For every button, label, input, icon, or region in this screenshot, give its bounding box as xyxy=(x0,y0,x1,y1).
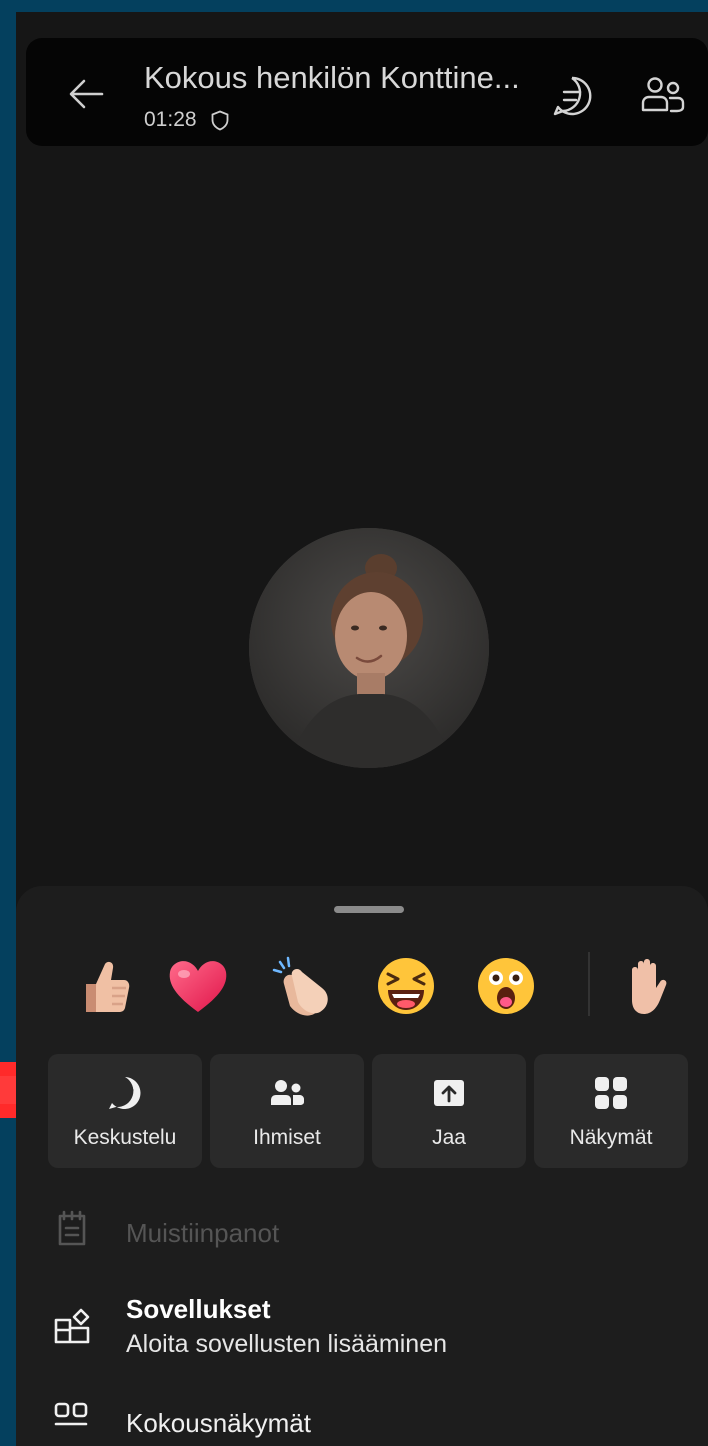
views-button[interactable]: Näkymät xyxy=(534,1054,688,1168)
meeting-controls-sheet: Keskustelu Ihmiset Jaa Näkymät Muistiinp… xyxy=(16,886,708,1446)
notes-icon xyxy=(58,1210,86,1246)
applause-icon[interactable] xyxy=(270,954,334,1018)
raise-hand-icon[interactable] xyxy=(616,954,680,1018)
reactions-divider xyxy=(588,952,590,1016)
menu-item-meeting-views[interactable]: Kokousnäkymät xyxy=(16,1396,708,1446)
apps-description: Aloita sovellusten lisääminen xyxy=(126,1330,448,1358)
notes-label: Muistiinpanot xyxy=(126,1218,280,1248)
arrow-left-icon[interactable] xyxy=(64,72,108,116)
laughing-face-icon[interactable] xyxy=(374,954,438,1018)
chat-icon[interactable] xyxy=(550,74,594,118)
people-icon xyxy=(271,1080,304,1105)
share-button[interactable]: Jaa xyxy=(372,1054,526,1168)
people-icon[interactable] xyxy=(640,74,686,118)
sheet-drag-handle[interactable] xyxy=(334,906,404,913)
participant-avatar xyxy=(249,528,489,768)
chat-button-label: Keskustelu xyxy=(73,1126,177,1149)
meeting-timer: 01:28 xyxy=(144,108,197,131)
participant-photo xyxy=(249,528,489,768)
action-buttons-row: Keskustelu Ihmiset Jaa Näkymät xyxy=(48,1054,688,1168)
chat-bubble-icon xyxy=(109,1077,141,1109)
meeting-subtitle: 01:28 xyxy=(144,108,229,132)
thumbs-up-icon[interactable] xyxy=(72,954,136,1018)
teams-meeting-screen: Kokous henkilön Konttine... 01:28 Keskus… xyxy=(16,12,708,1446)
meeting-views-label: Kokousnäkymät xyxy=(126,1408,311,1438)
meeting-title: Kokous henkilön Konttine... xyxy=(144,60,520,95)
people-button-label: Ihmiset xyxy=(253,1126,321,1149)
views-button-label: Näkymät xyxy=(569,1126,653,1149)
meeting-header: Kokous henkilön Konttine... 01:28 xyxy=(26,38,708,146)
grid-icon xyxy=(595,1077,627,1109)
share-button-label: Jaa xyxy=(432,1126,466,1149)
menu-item-apps[interactable]: Sovellukset Aloita sovellusten lisäämine… xyxy=(16,1284,708,1374)
shield-icon xyxy=(211,110,228,130)
people-button[interactable]: Ihmiset xyxy=(210,1054,364,1168)
surprised-face-icon[interactable] xyxy=(474,954,538,1018)
apps-label: Sovellukset xyxy=(126,1294,271,1324)
menu-item-notes[interactable]: Muistiinpanot xyxy=(16,1204,708,1264)
heart-icon[interactable] xyxy=(166,954,230,1018)
chat-button[interactable]: Keskustelu xyxy=(48,1054,202,1168)
share-upload-icon xyxy=(434,1080,464,1106)
meeting-views-icon xyxy=(54,1402,88,1426)
apps-add-icon xyxy=(54,1308,90,1344)
reactions-bar xyxy=(16,940,708,1030)
